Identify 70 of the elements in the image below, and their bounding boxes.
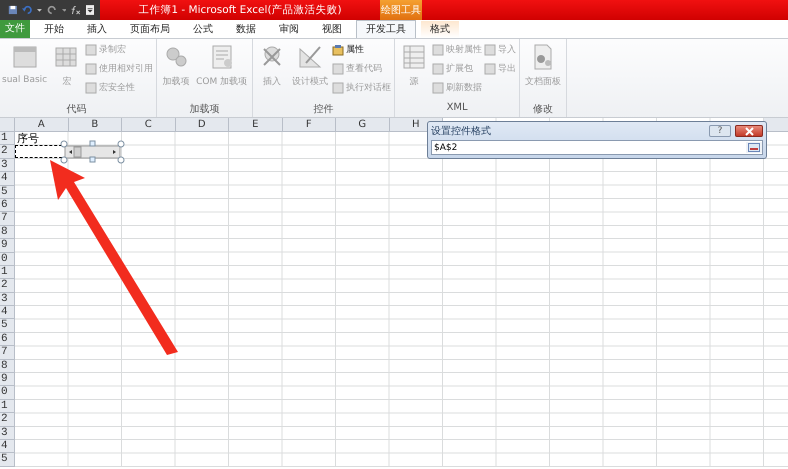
row-header[interactable]: 3 bbox=[0, 292, 15, 306]
ribbon-icon bbox=[85, 62, 98, 74]
ribbon-icon bbox=[85, 44, 98, 56]
save-icon[interactable] bbox=[8, 4, 18, 16]
ribbon-icon bbox=[85, 82, 98, 94]
ribbon-icon bbox=[332, 44, 344, 56]
window-title: 工作簿1 - Microsoft Excel(产品激活失败) bbox=[138, 3, 342, 17]
ribbon-icon bbox=[432, 82, 444, 94]
ribbon-tab[interactable]: 文件 bbox=[0, 20, 30, 38]
row-header[interactable]: 1 bbox=[0, 400, 15, 414]
row-header[interactable]: 5 bbox=[0, 186, 15, 199]
row-header[interactable]: 1 bbox=[0, 132, 15, 146]
ribbon-group-label: XML bbox=[446, 102, 469, 115]
row-header[interactable]: 2 bbox=[0, 145, 15, 159]
ribbon-group-label: 代码 bbox=[66, 103, 88, 117]
column-header[interactable]: A bbox=[15, 118, 68, 132]
close-button[interactable] bbox=[735, 125, 763, 137]
column-header[interactable]: B bbox=[68, 118, 122, 132]
row-header[interactable]: 8 bbox=[0, 226, 15, 240]
row-header[interactable]: 5 bbox=[0, 319, 15, 333]
row-header[interactable]: 4 bbox=[0, 306, 15, 320]
ribbon-tab[interactable]: 审阅 bbox=[270, 21, 308, 38]
close-icon bbox=[744, 126, 754, 136]
row-header[interactable]: 8 bbox=[0, 360, 15, 374]
column-header[interactable]: C bbox=[122, 118, 176, 132]
row-header[interactable]: 9 bbox=[0, 239, 15, 253]
row-header[interactable]: 1 bbox=[0, 266, 15, 280]
ribbon-icon bbox=[432, 62, 444, 74]
ribbon-icon bbox=[332, 82, 344, 94]
row-header[interactable]: 6 bbox=[0, 332, 15, 346]
row-header[interactable]: 4 bbox=[0, 440, 15, 454]
ribbon-icon bbox=[484, 44, 496, 56]
row-header[interactable]: 3 bbox=[0, 158, 15, 172]
column-header[interactable]: D bbox=[176, 118, 229, 132]
ribbon-icon bbox=[484, 62, 496, 74]
row-header[interactable]: 2 bbox=[0, 413, 15, 427]
row-header[interactable]: 2 bbox=[0, 279, 15, 293]
ribbon-tab[interactable]: 开始 bbox=[35, 21, 73, 38]
ribbon-group-label: 加载项 bbox=[188, 102, 221, 117]
ribbon-button[interactable]: 属性 bbox=[332, 41, 392, 58]
row-header[interactable]: 7 bbox=[0, 346, 15, 360]
scroll-bar-control[interactable] bbox=[60, 140, 125, 164]
redo-icon[interactable] bbox=[46, 4, 58, 16]
column-header[interactable]: F bbox=[282, 118, 336, 132]
ribbon-tab[interactable]: 插入 bbox=[78, 21, 116, 38]
customize-icon[interactable] bbox=[86, 4, 94, 16]
row-header[interactable]: 5 bbox=[0, 453, 15, 467]
row-header[interactable]: 7 bbox=[0, 212, 15, 226]
ribbon-tab[interactable]: 格式 bbox=[421, 21, 459, 38]
table-cell-text: 序号 bbox=[16, 132, 40, 146]
help-button[interactable]: ? bbox=[709, 125, 731, 137]
ribbon-tab[interactable]: 开发工具 bbox=[356, 20, 416, 38]
ribbon-tab[interactable]: 视图 bbox=[313, 21, 351, 38]
function-icon[interactable] bbox=[70, 4, 82, 16]
row-header[interactable]: 4 bbox=[0, 172, 15, 186]
row-header[interactable]: 0 bbox=[0, 386, 15, 400]
ribbon-group-label: 控件 bbox=[312, 103, 335, 117]
row-header[interactable]: 6 bbox=[0, 198, 15, 212]
ribbon-tab[interactable]: 公式 bbox=[184, 21, 222, 38]
ribbon-tab[interactable]: 页面布局 bbox=[121, 21, 179, 38]
ribbon-icon bbox=[332, 62, 344, 74]
context-tab-group-label: 绘图工具 bbox=[380, 0, 422, 20]
ribbon-group-label: 修改 bbox=[532, 103, 554, 117]
row-header[interactable]: 3 bbox=[0, 426, 15, 440]
ribbon-tab[interactable]: 数据 bbox=[227, 21, 265, 38]
row-header[interactable]: 0 bbox=[0, 252, 15, 266]
ribbon-icon bbox=[432, 44, 444, 56]
row-header[interactable]: 9 bbox=[0, 373, 15, 386]
column-header[interactable]: E bbox=[229, 118, 282, 132]
column-header[interactable]: G bbox=[336, 118, 390, 132]
